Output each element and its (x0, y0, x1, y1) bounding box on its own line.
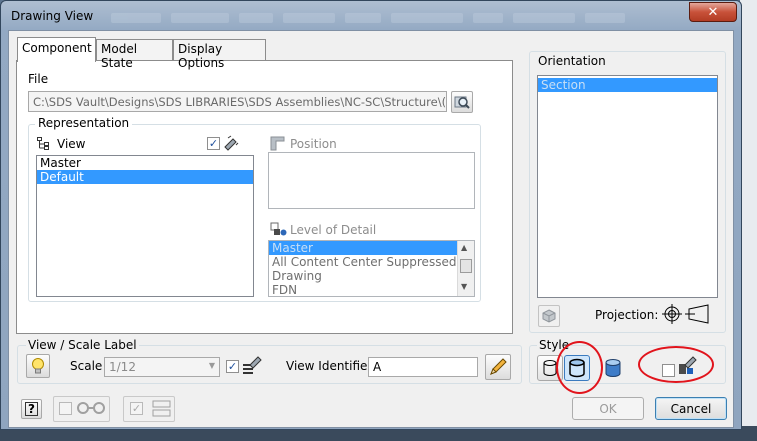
shaded-cylinder-icon (605, 359, 621, 377)
magnifier-icon (454, 96, 470, 109)
position-label: Position (290, 137, 337, 151)
cancel-button[interactable]: Cancel (655, 397, 727, 420)
view-representation-list[interactable]: Master Default (36, 155, 254, 297)
orientation-list[interactable]: Section (537, 75, 718, 298)
list-item[interactable]: Drawing (269, 269, 474, 283)
scroll-up-icon[interactable]: ▲ (461, 243, 467, 252)
scale-field[interactable]: 1/12 ▼ (104, 357, 220, 377)
cube-icon (542, 309, 556, 323)
glasses-checkbox[interactable] (59, 402, 72, 415)
list-item[interactable]: All Content Center Suppressed (269, 255, 474, 269)
scale-label-checkbox[interactable]: ✓ (226, 360, 239, 373)
file-path-field[interactable]: C:\SDS Vault\Designs\SDS LIBRARIES\SDS A… (28, 91, 447, 112)
background-menu-ghost (111, 13, 671, 27)
list-item-selected[interactable]: Default (37, 170, 253, 184)
window-title: Drawing View (11, 9, 94, 23)
associative-link-icon (224, 135, 239, 151)
constraint-checkbox[interactable]: ✓ (130, 402, 143, 415)
view-identifier-label: View Identifier (286, 359, 373, 373)
lod-scrollbar[interactable]: ▲ ▼ (457, 241, 474, 296)
close-button[interactable]: ✕ (689, 2, 737, 22)
level-of-detail-label: Level of Detail (290, 223, 377, 237)
tab-component[interactable]: Component (17, 37, 96, 62)
chevron-down-icon[interactable]: ▼ (209, 361, 215, 370)
help-button[interactable]: ? (21, 399, 42, 419)
browse-file-button[interactable] (451, 91, 473, 113)
list-item[interactable]: Master (37, 156, 253, 170)
level-of-detail-list[interactable]: Master All Content Center Suppressed Dra… (268, 240, 475, 297)
view-tree-icon (37, 137, 49, 150)
close-icon: ✕ (707, 4, 719, 20)
glasses-icon (77, 402, 105, 414)
custom-view-button[interactable] (538, 305, 560, 327)
lightbulb-icon (32, 358, 44, 374)
style-shaded-button[interactable] (600, 355, 626, 381)
tab-model-state[interactable]: Model State (96, 39, 173, 70)
scroll-thumb[interactable] (460, 259, 472, 273)
ok-button[interactable]: OK (572, 397, 644, 420)
tab-display-options[interactable]: Display Options (173, 39, 266, 70)
view-identifier-field[interactable]: A (368, 357, 478, 377)
list-item[interactable]: FDN (269, 283, 474, 296)
projection-label: Projection: (595, 308, 659, 322)
pencil-icon (490, 358, 507, 375)
help-icon: ? (25, 402, 38, 416)
annotation-circle (556, 341, 603, 394)
view-associative-checkbox[interactable]: ✓ (207, 137, 220, 150)
projection-icon[interactable] (662, 303, 710, 325)
representation-title: Representation (35, 116, 133, 130)
list-item-selected[interactable]: Master (269, 241, 474, 255)
edit-view-label-icon[interactable] (242, 356, 262, 375)
file-label: File (28, 72, 49, 86)
annotation-circle (638, 346, 714, 383)
edit-label-button[interactable] (485, 354, 511, 380)
scroll-down-icon[interactable]: ▼ (461, 282, 467, 291)
label-visibility-button[interactable] (26, 354, 50, 378)
background-application (740, 0, 757, 441)
list-item-selected[interactable]: Section (538, 78, 717, 92)
view-alignment-icon (152, 400, 171, 417)
view-label: View (57, 137, 86, 151)
position-icon (270, 136, 285, 151)
view-scale-label-title: View / Scale Label (26, 338, 139, 352)
position-list[interactable] (268, 152, 475, 209)
scale-value: 1/12 (109, 360, 136, 374)
scale-label: Scale (70, 359, 103, 373)
orientation-label: Orientation (538, 54, 606, 68)
level-of-detail-icon (270, 222, 287, 236)
